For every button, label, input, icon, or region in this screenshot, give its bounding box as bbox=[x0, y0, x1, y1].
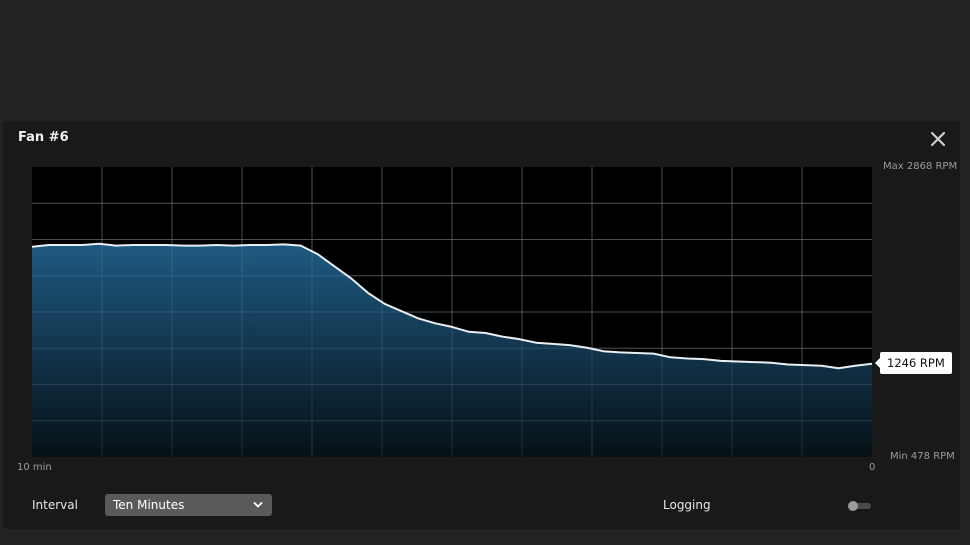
panel-title: Fan #6 bbox=[18, 130, 69, 145]
rpm-chart-svg bbox=[32, 167, 872, 457]
logging-label: Logging bbox=[663, 498, 711, 512]
current-rpm-badge: 1246 RPM bbox=[875, 352, 952, 374]
interval-select-value: Ten Minutes bbox=[113, 498, 185, 512]
x-start-label: 10 min bbox=[17, 462, 52, 473]
fan-detail-panel: Fan #6 Max 2868 RPM Min 478 RPM 10 min 0… bbox=[3, 121, 960, 529]
x-end-label: 0 bbox=[869, 462, 876, 473]
logging-toggle-knob bbox=[848, 501, 858, 511]
chevron-down-icon bbox=[253, 502, 263, 508]
min-rpm-label: Min 478 RPM bbox=[890, 451, 955, 462]
max-rpm-label: Max 2868 RPM bbox=[883, 161, 958, 172]
close-icon[interactable] bbox=[929, 130, 947, 148]
interval-select[interactable]: Ten Minutes bbox=[105, 494, 272, 516]
logging-toggle[interactable] bbox=[848, 501, 872, 511]
interval-label: Interval bbox=[32, 498, 78, 512]
rpm-chart bbox=[32, 167, 872, 457]
